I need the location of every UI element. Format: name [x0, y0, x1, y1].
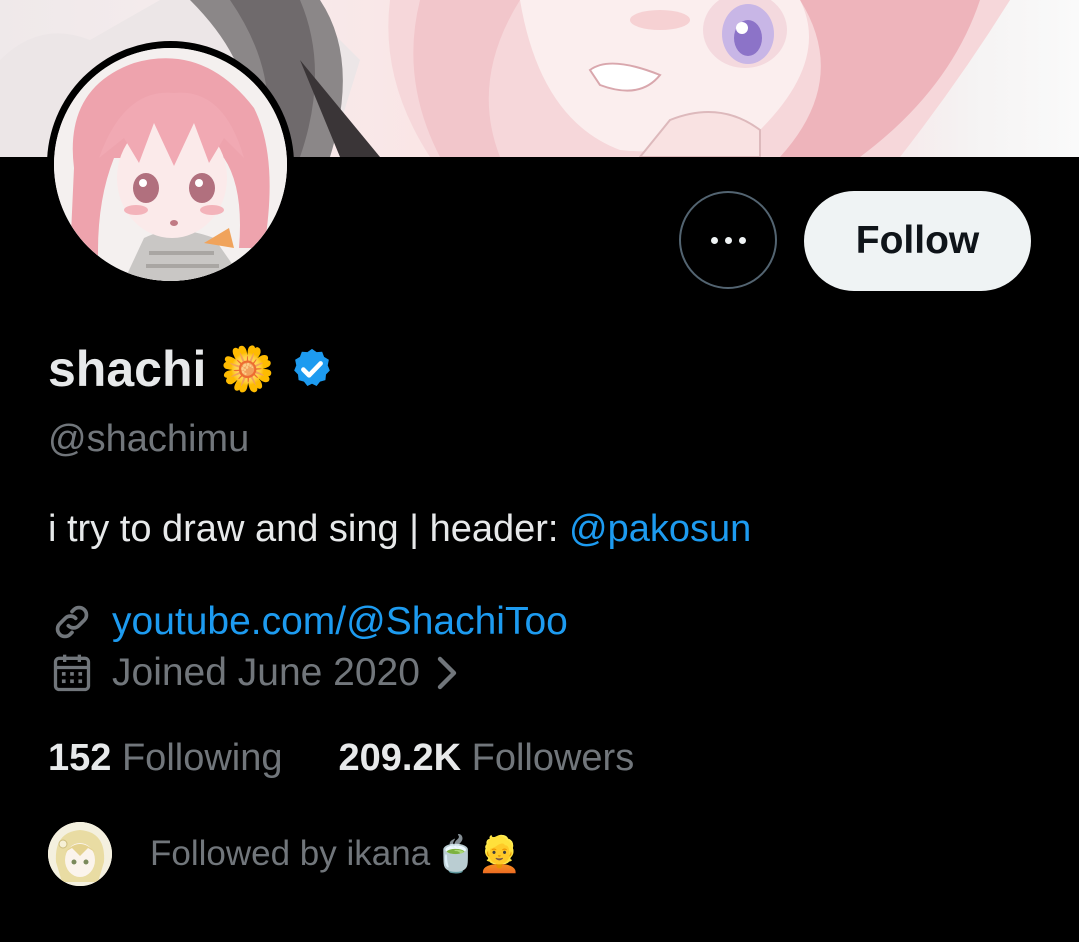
joined-row[interactable]: Joined June 2020 — [48, 649, 460, 697]
website-link[interactable]: youtube.com/@ShachiToo — [112, 600, 568, 644]
following-stat[interactable]: 152 Following — [48, 737, 283, 780]
followers-count: 209.2K — [338, 737, 462, 779]
bio: i try to draw and sing | header: @pakosu… — [48, 508, 751, 551]
followers-label: Followers — [471, 737, 635, 779]
followed-by-row[interactable]: Followed by ikana 🍵👱 — [48, 822, 521, 886]
bio-text: i try to draw and sing | header: — [48, 508, 570, 550]
calendar-icon — [48, 649, 96, 697]
tea-emoji-icon: 🍵👱 — [434, 834, 522, 874]
link-icon — [48, 598, 96, 646]
profile-avatar[interactable] — [47, 41, 294, 288]
following-label: Following — [121, 737, 283, 779]
bio-mention-link[interactable]: @pakosun — [569, 508, 751, 550]
more-options-button[interactable] — [679, 191, 777, 289]
user-handle: @shachimu — [48, 418, 250, 460]
joined-date: Joined June 2020 — [112, 651, 420, 694]
flower-emoji-icon: 🌼 — [220, 345, 276, 394]
display-name-row: shachi 🌼 — [48, 340, 335, 398]
follower-avatar — [48, 822, 112, 886]
verified-badge-icon[interactable] — [289, 346, 335, 392]
following-count: 152 — [48, 737, 112, 779]
display-name: shachi — [48, 341, 207, 397]
followers-stat[interactable]: 209.2K Followers — [339, 737, 635, 780]
more-dots-icon — [710, 236, 746, 244]
follow-button[interactable]: Follow — [804, 191, 1031, 291]
followed-by-text: Followed by ikana — [150, 834, 431, 873]
follow-stats: 152 Following 209.2K Followers — [48, 737, 690, 780]
website-row: youtube.com/@ShachiToo — [48, 598, 568, 646]
chevron-right-icon — [434, 655, 460, 691]
avatar-image — [54, 48, 287, 281]
